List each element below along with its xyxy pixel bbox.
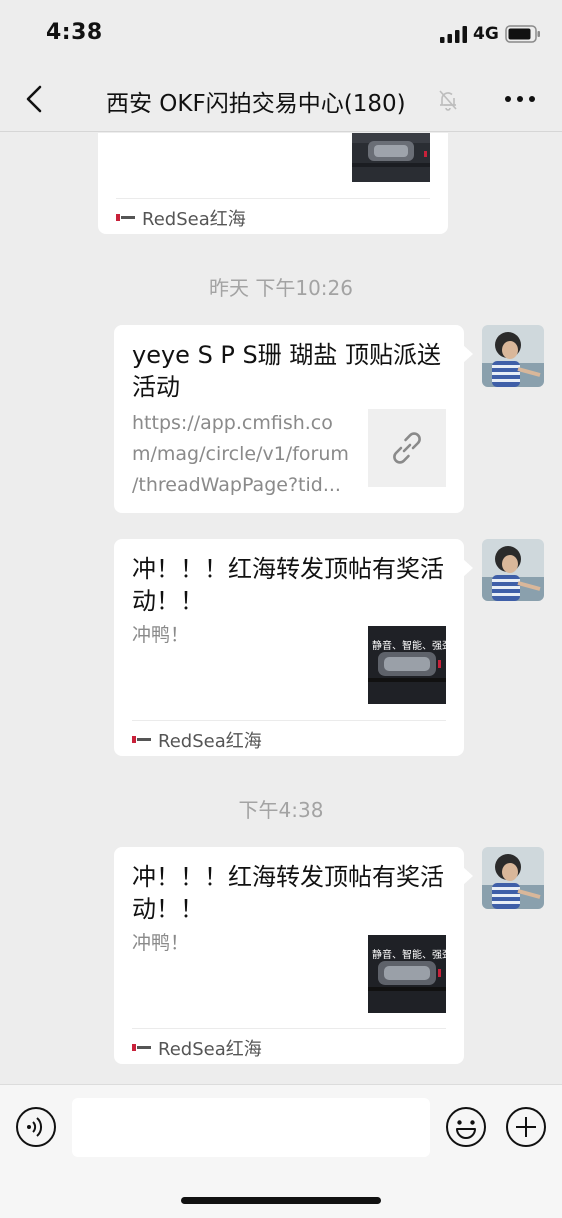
avatar[interactable]	[482, 325, 544, 387]
card-thumbnail	[352, 133, 430, 182]
back-icon[interactable]	[18, 82, 52, 116]
chat-title: 西安 OKF闪拍交易中心(180)	[106, 91, 406, 117]
more-icon[interactable]	[500, 86, 540, 112]
card-footer: RedSea红海	[116, 198, 430, 234]
thumbnail-caption: 静音、智能、强劲	[372, 950, 446, 961]
card-footer: RedSea红海	[132, 720, 446, 756]
nav-bar: 西安 OKF闪拍交易中心(180)	[0, 66, 562, 132]
thumbnail-caption: 静音、智能、强劲	[372, 641, 446, 652]
network-label: 4G	[473, 24, 499, 44]
card-title: 冲！！！红海转发顶帖有奖活动！！	[132, 863, 444, 923]
emoji-icon[interactable]	[445, 1106, 487, 1148]
status-bar: 4:38 4G	[0, 0, 562, 66]
link-url-line: /threadWapPage?tid...	[132, 474, 341, 496]
redsea-logo	[132, 1044, 151, 1051]
home-indicator	[181, 1197, 381, 1204]
card-thumbnail: 静音、智能、强劲	[368, 626, 446, 704]
link-url-line: https://app.cmfish.co	[132, 412, 333, 434]
voice-icon[interactable]	[15, 1106, 57, 1148]
card-source: RedSea红海	[142, 209, 246, 230]
link-icon	[393, 432, 421, 464]
timestamp: 昨天 下午10:26	[209, 276, 353, 300]
card-source: RedSea红海	[158, 1039, 262, 1060]
avatar[interactable]	[482, 539, 544, 601]
message-card-top[interactable]: RedSea红海	[98, 133, 448, 234]
mute-icon	[439, 90, 457, 111]
article-message-card[interactable]: 冲！！！红海转发顶帖有奖活动！！ 冲鸭！ 静音、智能、强劲 RedSea红海	[114, 539, 473, 756]
link-url-line: m/mag/circle/v1/forum	[132, 443, 349, 465]
signal-icon	[440, 26, 467, 43]
redsea-logo	[132, 736, 151, 743]
link-url: https://app.cmfish.co m/mag/circle/v1/fo…	[132, 408, 364, 501]
card-description: 冲鸭！	[132, 932, 190, 954]
card-title: yeye S P S珊 瑚盐 顶贴派送活动	[132, 341, 442, 401]
redsea-logo	[116, 214, 135, 221]
avatar[interactable]	[482, 847, 544, 909]
status-time: 4:38	[46, 20, 103, 45]
battery-icon	[505, 25, 540, 43]
message-input[interactable]	[72, 1098, 430, 1157]
chat-area[interactable]: RedSea红海 昨天 下午10:26 yeye S P S珊 瑚盐 顶贴派送活…	[0, 133, 562, 1083]
card-title: 冲！！！红海转发顶帖有奖活动！！	[132, 555, 444, 615]
card-description: 冲鸭！	[132, 624, 190, 646]
card-source: RedSea红海	[158, 731, 262, 752]
card-footer: RedSea红海	[132, 1028, 446, 1064]
card-thumbnail: 静音、智能、强劲	[368, 935, 446, 1013]
plus-icon[interactable]	[505, 1106, 547, 1148]
article-message-card[interactable]: 冲！！！红海转发顶帖有奖活动！！ 冲鸭！ 静音、智能、强劲 RedSea红海	[114, 847, 473, 1064]
link-message-card[interactable]: yeye S P S珊 瑚盐 顶贴派送活动 https://app.cmfish…	[114, 325, 473, 513]
timestamp: 下午4:38	[238, 798, 324, 822]
link-thumbnail	[368, 409, 446, 487]
